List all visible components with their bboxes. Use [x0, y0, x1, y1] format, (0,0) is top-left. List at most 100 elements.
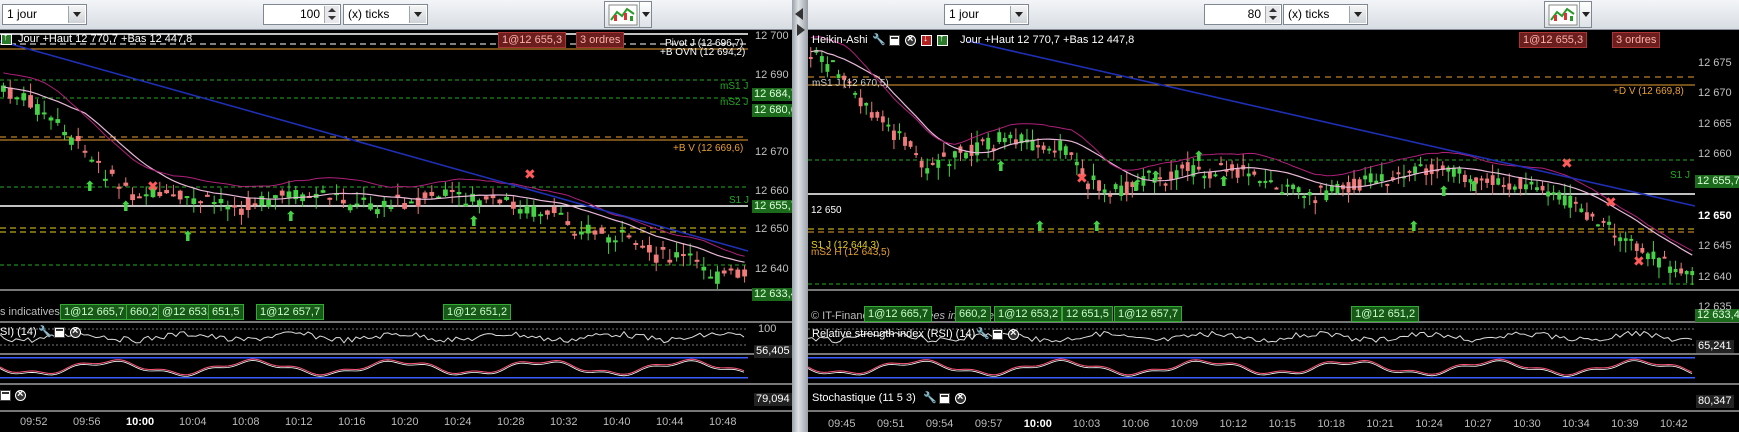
candle-body: [1418, 164, 1423, 167]
time-tick-label: 10:48: [709, 416, 737, 428]
wrench-icon[interactable]: 🔧: [872, 33, 886, 46]
left-rsi-label: SI) (14): [0, 326, 37, 338]
collapse-right-icon[interactable]: [797, 24, 805, 36]
right-unit-type-select[interactable]: (x) ticks: [1283, 4, 1368, 25]
buy-order-icon[interactable]: [937, 33, 948, 46]
left-unit-type-select[interactable]: (x) ticks: [343, 4, 428, 25]
right-buy-tag[interactable]: 1@12 657,7: [1114, 306, 1183, 322]
right-buy-tag[interactable]: 1@12 653,2: [994, 306, 1063, 322]
left-order-tag-price[interactable]: 1@12 655,3: [498, 32, 567, 48]
candle-body: [886, 124, 891, 127]
right-rsi-value: 65,241: [1696, 340, 1734, 353]
candle-body: [831, 60, 835, 63]
candle-body: [1679, 268, 1684, 274]
panel-separator: [808, 353, 1739, 355]
close-icon[interactable]: [15, 388, 26, 401]
candle-body: [1557, 192, 1562, 200]
collapse-left-icon[interactable]: [795, 8, 803, 20]
right-buy-tag[interactable]: 660,2: [955, 306, 991, 322]
spinner-icon[interactable]: [324, 6, 339, 23]
pane-splitter[interactable]: [792, 0, 808, 432]
candle-body: [470, 193, 475, 202]
right-buy-tag[interactable]: 12 651,5: [1062, 306, 1113, 322]
left-order-tag-count[interactable]: 3 ordres: [576, 32, 625, 48]
close-icon[interactable]: [905, 33, 916, 46]
candle-body: [1207, 172, 1212, 179]
candle-body: [218, 198, 224, 204]
left-price-chart[interactable]: ⬆ ⬆ ⬆ ⬆ ⬆ ✖ ✖: [0, 31, 792, 432]
window-icon[interactable]: [0, 390, 11, 401]
close-icon[interactable]: [70, 325, 81, 338]
candle-body: [545, 210, 550, 215]
left-ms1-label: mS1 J: [720, 81, 749, 92]
wrench-icon[interactable]: 🔧: [38, 325, 52, 338]
left-buy-tag[interactable]: 1@12 665,7: [60, 304, 129, 320]
left-units-input[interactable]: 100: [263, 4, 341, 25]
right-order-tag-count[interactable]: 3 ordres: [1612, 32, 1661, 48]
left-chart-pane: 1 jour 100 (x) ticks ⬆ ⬆ ⬆ ⬆ ⬆ ✖ ✖ Jour +Haut …: [0, 0, 792, 432]
candle-body: [1551, 192, 1556, 195]
candle-body: [599, 227, 605, 234]
chevron-down-icon[interactable]: [1579, 2, 1591, 27]
time-tick-label: 10:03: [1072, 418, 1101, 430]
window-icon[interactable]: [939, 393, 950, 404]
right-chart-type-button[interactable]: [1544, 1, 1592, 28]
candle-body: [1662, 256, 1667, 259]
time-tick-label: 10:12: [1219, 418, 1248, 430]
candle-body: [1324, 190, 1329, 201]
add-order-icon[interactable]: [1, 32, 12, 45]
candle-body: [211, 202, 217, 205]
right-order-tag-price[interactable]: 1@12 655,3: [1519, 32, 1588, 48]
left-axis-tick: 12 670: [755, 146, 789, 158]
wrench-icon[interactable]: 🔧: [976, 327, 990, 340]
candle-body: [96, 160, 101, 163]
chevron-down-icon[interactable]: [409, 6, 426, 23]
sell-order-icon[interactable]: [921, 33, 932, 46]
left-buy-tag[interactable]: 1@12 657,7: [256, 304, 325, 320]
sell-signal-cross: ✖: [1076, 171, 1088, 187]
left-buy-tag[interactable]: 660,2: [126, 304, 162, 320]
candle-body: [14, 97, 20, 100]
candle-body: [1640, 248, 1645, 253]
candle-body: [463, 203, 469, 207]
left-ovn-label: +B OVN (12 694,2): [660, 47, 746, 58]
candle-body: [869, 112, 874, 118]
candlestick-chart-icon: [1548, 4, 1578, 26]
candle-body: [232, 205, 237, 208]
left-period-select[interactable]: 1 jour: [2, 4, 87, 25]
left-buy-tag[interactable]: 651,5: [208, 304, 244, 320]
candle-body: [1462, 174, 1467, 182]
candle-body: [626, 235, 632, 238]
left-axis-tick: 12 640: [755, 263, 789, 275]
candle-body: [1235, 169, 1240, 178]
close-icon[interactable]: [955, 391, 966, 404]
window-icon[interactable]: [992, 329, 1003, 340]
left-buy-tag[interactable]: 1@12 651,2: [443, 304, 512, 320]
candle-body: [1523, 184, 1528, 190]
right-units-input[interactable]: 80: [1204, 4, 1282, 25]
wrench-icon[interactable]: 🔧: [923, 391, 937, 404]
candle-body: [1657, 257, 1661, 268]
chevron-down-icon[interactable]: [1349, 6, 1366, 23]
right-buy-tag[interactable]: 1@12 665,7: [864, 306, 933, 322]
left-chart-type-button[interactable]: [604, 1, 652, 28]
candle-body: [681, 254, 686, 257]
candle-body: [511, 201, 516, 209]
chevron-down-icon[interactable]: [68, 6, 85, 23]
candle-body: [667, 259, 673, 263]
window-icon[interactable]: [889, 35, 900, 46]
right-price-chart[interactable]: ⬆ ⬆ ⬆ ⬆ ⬆ ⬆ ⬆ ⬆ ⬆ ⬆ ✖ ✖ ✖ ✖: [808, 31, 1739, 432]
window-icon[interactable]: [54, 327, 65, 338]
chevron-down-icon[interactable]: [1010, 6, 1027, 23]
right-buy-tag[interactable]: 1@12 651,2: [1351, 306, 1420, 322]
stoch-band: [0, 357, 748, 359]
candle-body: [1141, 176, 1146, 186]
chevron-down-icon[interactable]: [639, 2, 651, 27]
spinner-icon[interactable]: [1265, 6, 1280, 23]
candle-body: [69, 137, 74, 145]
time-tick-label: 10:27: [1464, 418, 1492, 430]
candle-body: [354, 203, 360, 206]
candle-body: [177, 190, 183, 200]
right-period-select[interactable]: 1 jour: [944, 4, 1029, 25]
close-icon[interactable]: [1008, 327, 1019, 340]
